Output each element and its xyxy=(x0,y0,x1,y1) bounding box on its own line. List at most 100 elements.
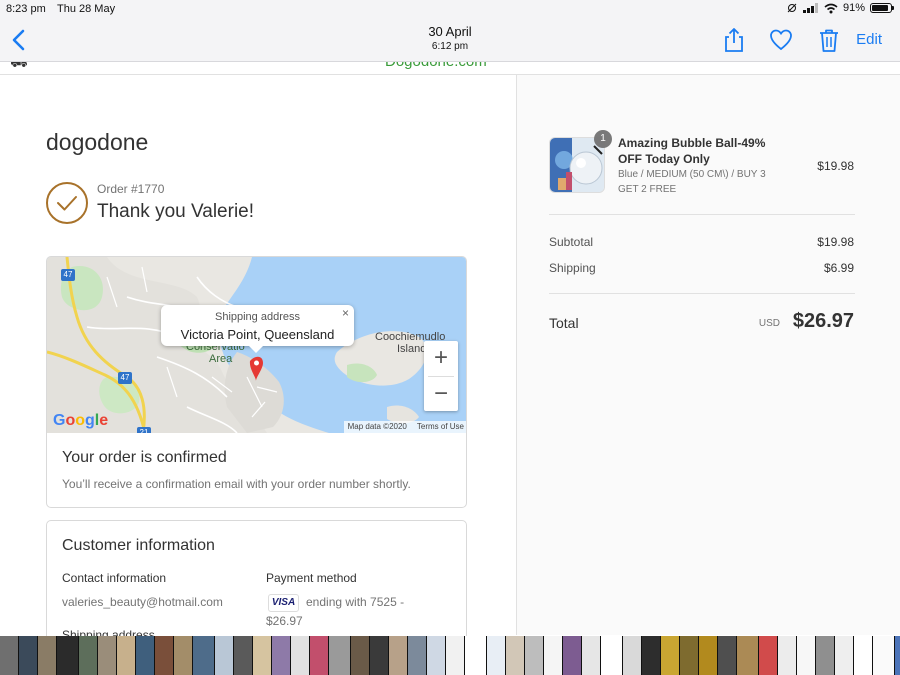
summary-divider xyxy=(549,214,855,215)
photo-thumbnail[interactable] xyxy=(778,636,797,675)
photo-thumbnail[interactable] xyxy=(117,636,136,675)
total-value: $26.97 xyxy=(792,310,854,332)
zoom-out-button[interactable]: − xyxy=(424,377,458,412)
photo-thumbnail[interactable] xyxy=(389,636,408,675)
shipping-address-popup: Shipping address Victoria Point, Queensl… xyxy=(161,305,354,353)
photo-thumbnail[interactable] xyxy=(136,636,155,675)
photo-thumbnail[interactable] xyxy=(0,636,19,675)
photo-thumbnail[interactable] xyxy=(351,636,370,675)
photo-thumbnail[interactable] xyxy=(854,636,873,675)
photo-thumbnail[interactable] xyxy=(329,636,351,675)
payment-method-heading: Payment method xyxy=(266,571,357,585)
photo-thumbnail[interactable] xyxy=(291,636,310,675)
screenshot-page: 8:23 pm Thu 28 May 91% 30 April 6:12 pm … xyxy=(0,0,900,675)
shipping-value: $6.99 xyxy=(823,261,854,275)
photo-thumbnail[interactable] xyxy=(57,636,79,675)
shipping-map[interactable]: 47 47 21 Conservatio Area Coochiemudlo I… xyxy=(47,257,466,433)
summary-divider xyxy=(549,293,855,294)
visa-card-icon: VISA xyxy=(268,594,299,612)
photo-thumbnail-strip[interactable] xyxy=(0,636,900,675)
battery-percent: 91% xyxy=(842,2,865,14)
customer-info-heading: Customer information xyxy=(62,537,215,554)
photo-thumbnail[interactable] xyxy=(895,636,900,675)
product-name: Amazing Bubble Ball-49% OFF Today Only xyxy=(618,136,766,166)
photo-thumbnail[interactable] xyxy=(873,636,895,675)
map-label-island: Island xyxy=(397,343,427,355)
map-data-credit: Map data ©2020 xyxy=(347,422,407,431)
order-confirmed-text: You’ll receive a confirmation email with… xyxy=(62,477,411,491)
terms-of-use-link[interactable]: Terms of Use xyxy=(417,422,464,432)
page-header-peek: ⛟ Dogodone.com xyxy=(0,62,900,75)
photo-thumbnail[interactable] xyxy=(174,636,193,675)
photo-thumbnail[interactable] xyxy=(525,636,544,675)
battery-fill xyxy=(872,5,889,11)
photo-thumbnail[interactable] xyxy=(642,636,661,675)
photo-thumbnail[interactable] xyxy=(563,636,582,675)
photo-thumbnail[interactable] xyxy=(737,636,759,675)
photo-thumbnail[interactable] xyxy=(835,636,854,675)
subtotal-value: $19.98 xyxy=(817,235,854,249)
popup-close-icon[interactable]: × xyxy=(342,306,349,320)
status-bar: 8:23 pm Thu 28 May 91% xyxy=(0,0,900,18)
photo-thumbnail[interactable] xyxy=(98,636,117,675)
photo-thumbnail[interactable] xyxy=(253,636,272,675)
photo-thumbnail[interactable] xyxy=(215,636,234,675)
photo-thumbnail[interactable] xyxy=(446,636,465,675)
status-time: 8:23 pm xyxy=(6,3,46,15)
map-attribution: Map data ©2020 Terms of Use xyxy=(343,421,466,433)
photo-toolbar: 30 April 6:12 pm Edit xyxy=(0,18,900,62)
shipping-label: Shipping xyxy=(549,261,596,275)
store-name[interactable]: dogodone xyxy=(46,129,148,156)
share-icon[interactable] xyxy=(721,27,747,53)
photo-thumbnail[interactable] xyxy=(759,636,778,675)
photo-thumbnail[interactable] xyxy=(506,636,525,675)
wifi-icon xyxy=(824,3,838,13)
trash-icon[interactable] xyxy=(816,27,842,53)
photo-thumbnail[interactable] xyxy=(38,636,57,675)
photo-thumbnail[interactable] xyxy=(582,636,601,675)
total-label: Total xyxy=(549,315,579,331)
do-not-disturb-icon xyxy=(787,3,797,13)
favorite-heart-icon[interactable] xyxy=(768,27,794,53)
contact-info-heading: Contact information xyxy=(62,571,167,585)
photo-thumbnail[interactable] xyxy=(193,636,215,675)
photo-thumbnail[interactable] xyxy=(623,636,642,675)
photo-thumbnail[interactable] xyxy=(234,636,253,675)
contact-email: valeries_beauty@hotmail.com xyxy=(62,595,223,609)
card-ending: ending with 7525 - xyxy=(306,595,405,609)
photo-thumbnail[interactable] xyxy=(465,636,487,675)
photo-thumbnail[interactable] xyxy=(310,636,329,675)
photo-thumbnail[interactable] xyxy=(661,636,680,675)
edit-button[interactable]: Edit xyxy=(856,31,882,48)
zoom-in-button[interactable]: + xyxy=(424,341,458,376)
photo-thumbnail[interactable] xyxy=(272,636,291,675)
photo-thumbnail[interactable] xyxy=(19,636,38,675)
photo-thumbnail[interactable] xyxy=(699,636,718,675)
photo-thumbnail[interactable] xyxy=(155,636,174,675)
order-confirmed-heading: Your order is confirmed xyxy=(62,449,227,466)
photo-thumbnail[interactable] xyxy=(408,636,427,675)
photo-thumbnail[interactable] xyxy=(79,636,98,675)
photo-thumbnail[interactable] xyxy=(680,636,699,675)
map-label-area: Area xyxy=(209,353,233,365)
order-main: dogodone Order #1770 Thank you Valerie! xyxy=(0,75,516,650)
quantity-badge: 1 xyxy=(594,130,612,148)
map-zoom-controls: + − xyxy=(424,341,458,411)
photo-thumbnail[interactable] xyxy=(797,636,816,675)
shipping-map-card: 47 47 21 Conservatio Area Coochiemudlo I… xyxy=(46,256,467,508)
photo-thumbnail[interactable] xyxy=(427,636,446,675)
payment-amount: $26.97 xyxy=(266,614,303,628)
product-variant: Blue / MEDIUM (50 CM\) / BUY 3 GET 2 FRE… xyxy=(618,169,766,195)
photo-thumbnail[interactable] xyxy=(370,636,389,675)
status-indicators: 91% xyxy=(786,2,894,14)
order-summary: 1 Amazing Bubble Ball-49% OFF Today Only… xyxy=(516,75,900,635)
photo-thumbnail[interactable] xyxy=(487,636,506,675)
photo-thumbnail[interactable] xyxy=(718,636,737,675)
photo-thumbnail[interactable] xyxy=(601,636,623,675)
photo-thumbnail[interactable] xyxy=(544,636,563,675)
photo-thumbnail[interactable] xyxy=(816,636,835,675)
subtotal-label: Subtotal xyxy=(549,235,594,249)
total-currency: USD xyxy=(758,318,780,329)
thank-you-heading: Thank you Valerie! xyxy=(97,201,255,222)
checkmark-icon xyxy=(57,196,77,211)
